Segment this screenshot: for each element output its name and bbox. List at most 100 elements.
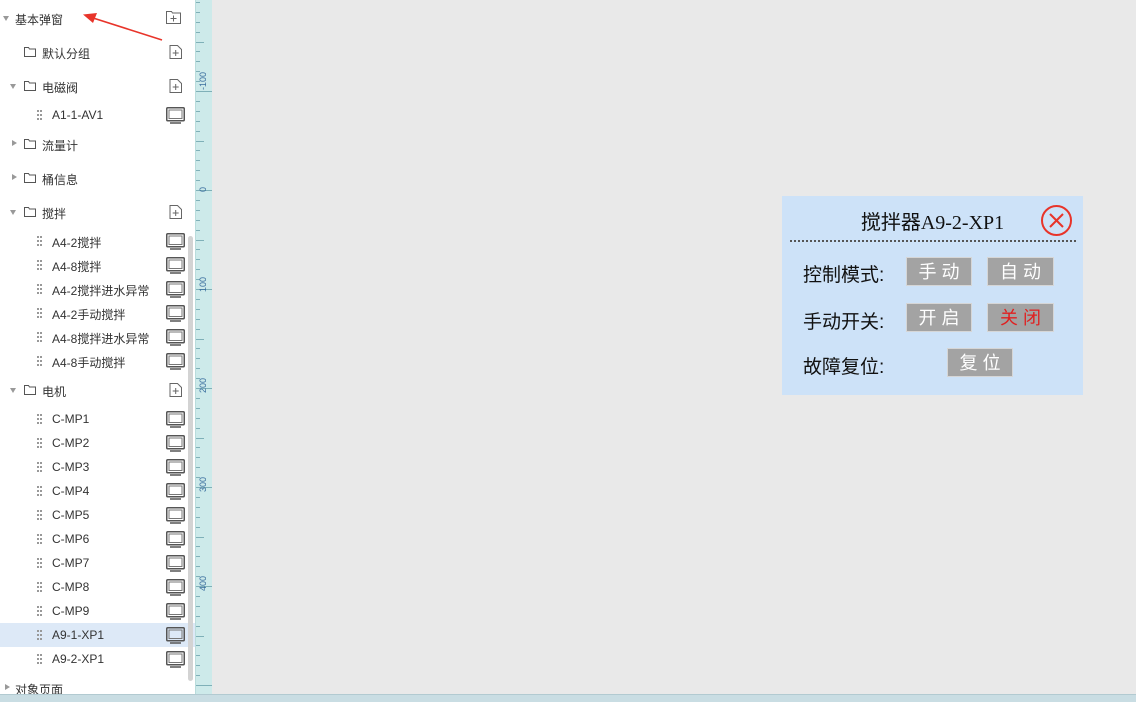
folder-icon bbox=[24, 81, 36, 91]
tree-item[interactable]: C-MP6 bbox=[0, 527, 195, 551]
drag-handle-icon[interactable] bbox=[37, 308, 42, 318]
ruler-tick bbox=[196, 160, 200, 161]
tree-item[interactable]: C-MP1 bbox=[0, 407, 195, 431]
tree-item[interactable]: C-MP3 bbox=[0, 455, 195, 479]
monitor-icon[interactable] bbox=[166, 233, 185, 250]
open-button[interactable]: 开启 bbox=[906, 303, 972, 332]
ruler-tick bbox=[196, 636, 204, 637]
monitor-icon[interactable] bbox=[166, 627, 185, 644]
drag-handle-icon[interactable] bbox=[37, 414, 42, 424]
monitor-icon[interactable] bbox=[166, 531, 185, 548]
tree-item[interactable]: A4-2搅拌 bbox=[0, 229, 195, 253]
monitor-icon[interactable] bbox=[166, 329, 185, 346]
drag-handle-icon[interactable] bbox=[37, 260, 42, 270]
caret-right-icon[interactable] bbox=[12, 174, 17, 180]
add-page-icon[interactable] bbox=[169, 205, 182, 219]
drag-handle-icon[interactable] bbox=[37, 236, 42, 246]
monitor-icon[interactable] bbox=[166, 305, 185, 322]
monitor-icon[interactable] bbox=[166, 555, 185, 572]
monitor-icon[interactable] bbox=[166, 353, 185, 370]
drag-handle-icon[interactable] bbox=[37, 534, 42, 544]
folder-icon bbox=[24, 139, 36, 149]
tree-item[interactable]: A4-8手动搅拌 bbox=[0, 349, 195, 373]
drag-handle-icon[interactable] bbox=[37, 332, 42, 342]
drag-handle-icon[interactable] bbox=[37, 582, 42, 592]
tree-folder[interactable]: 电机 bbox=[0, 378, 195, 402]
ruler-tick bbox=[196, 61, 200, 62]
drag-handle-icon[interactable] bbox=[37, 606, 42, 616]
caret-down-icon[interactable] bbox=[10, 388, 16, 393]
tree-scrollbar[interactable] bbox=[188, 236, 193, 681]
drag-handle-icon[interactable] bbox=[37, 654, 42, 664]
manual-mode-button[interactable]: 手动 bbox=[906, 257, 972, 286]
add-page-icon[interactable] bbox=[169, 45, 182, 59]
ruler-tick bbox=[196, 606, 200, 607]
tree-item[interactable]: A9-2-XP1 bbox=[0, 647, 195, 671]
tree-item[interactable]: C-MP4 bbox=[0, 479, 195, 503]
monitor-icon[interactable] bbox=[166, 603, 185, 620]
tree-label: C-MP3 bbox=[52, 460, 90, 474]
monitor-icon[interactable] bbox=[166, 459, 185, 476]
tree-item[interactable]: A4-2搅拌进水异常 bbox=[0, 277, 195, 301]
drag-handle-icon[interactable] bbox=[37, 110, 42, 120]
ruler-tick bbox=[196, 240, 204, 241]
monitor-icon[interactable] bbox=[166, 435, 185, 452]
tree-item[interactable]: A4-2手动搅拌 bbox=[0, 301, 195, 325]
tree-item[interactable]: A9-1-XP1 bbox=[0, 623, 195, 647]
add-page-icon[interactable] bbox=[169, 79, 182, 93]
ruler-tick bbox=[196, 418, 200, 419]
ruler-tick bbox=[196, 51, 200, 52]
tree-item[interactable]: C-MP2 bbox=[0, 431, 195, 455]
ruler-label: 300 bbox=[198, 477, 208, 493]
tree-item[interactable]: A4-8搅拌进水异常 bbox=[0, 325, 195, 349]
monitor-icon[interactable] bbox=[166, 507, 185, 524]
ruler-tick bbox=[196, 655, 200, 656]
caret-down-icon[interactable] bbox=[3, 16, 9, 21]
tree-label: A9-2-XP1 bbox=[52, 652, 105, 666]
add-page-icon[interactable] bbox=[169, 383, 182, 397]
caret-right-icon[interactable] bbox=[12, 140, 17, 146]
ruler-label: 200 bbox=[198, 378, 208, 394]
drag-handle-icon[interactable] bbox=[37, 462, 42, 472]
drag-handle-icon[interactable] bbox=[37, 284, 42, 294]
ruler-tick bbox=[196, 32, 200, 33]
tree-item[interactable]: A1-1-AV1 bbox=[0, 103, 195, 127]
reset-button[interactable]: 复位 bbox=[947, 348, 1013, 377]
drag-handle-icon[interactable] bbox=[37, 558, 42, 568]
monitor-icon[interactable] bbox=[166, 483, 185, 500]
drag-handle-icon[interactable] bbox=[37, 438, 42, 448]
tree-item[interactable]: C-MP9 bbox=[0, 599, 195, 623]
ruler-tick bbox=[196, 141, 204, 142]
monitor-icon[interactable] bbox=[166, 411, 185, 428]
tree-folder[interactable]: 流量计 bbox=[0, 132, 195, 156]
add-folder-icon[interactable] bbox=[166, 11, 181, 24]
tree-label: A4-8搅拌进水异常 bbox=[52, 332, 150, 346]
tree-folder[interactable]: 搅拌 bbox=[0, 200, 195, 224]
ruler-tick bbox=[196, 220, 200, 221]
drag-handle-icon[interactable] bbox=[37, 510, 42, 520]
monitor-icon[interactable] bbox=[166, 281, 185, 298]
auto-mode-button[interactable]: 自动 bbox=[987, 257, 1054, 286]
close-button[interactable]: 关闭 bbox=[987, 303, 1054, 332]
drag-handle-icon[interactable] bbox=[37, 356, 42, 366]
monitor-icon[interactable] bbox=[166, 651, 185, 668]
tree-item[interactable]: A4-8搅拌 bbox=[0, 253, 195, 277]
caret-down-icon[interactable] bbox=[10, 210, 16, 215]
ruler-tick bbox=[196, 675, 200, 676]
drag-handle-icon[interactable] bbox=[37, 486, 42, 496]
caret-down-icon[interactable] bbox=[10, 84, 16, 89]
monitor-icon[interactable] bbox=[166, 257, 185, 274]
monitor-icon[interactable] bbox=[166, 579, 185, 596]
title-divider bbox=[790, 240, 1076, 242]
tree-item[interactable]: C-MP8 bbox=[0, 575, 195, 599]
tree-item[interactable]: C-MP7 bbox=[0, 551, 195, 575]
tree-folder[interactable]: 桶信息 bbox=[0, 166, 195, 190]
close-circle-icon[interactable] bbox=[1040, 204, 1073, 237]
drag-handle-icon[interactable] bbox=[37, 630, 42, 640]
ruler-tick bbox=[196, 121, 200, 122]
caret-right-icon[interactable] bbox=[5, 684, 10, 690]
tree-folder[interactable]: 电磁阀 bbox=[0, 74, 195, 98]
monitor-icon[interactable] bbox=[166, 107, 185, 124]
tree-item[interactable]: C-MP5 bbox=[0, 503, 195, 527]
ruler-tick bbox=[196, 269, 200, 270]
